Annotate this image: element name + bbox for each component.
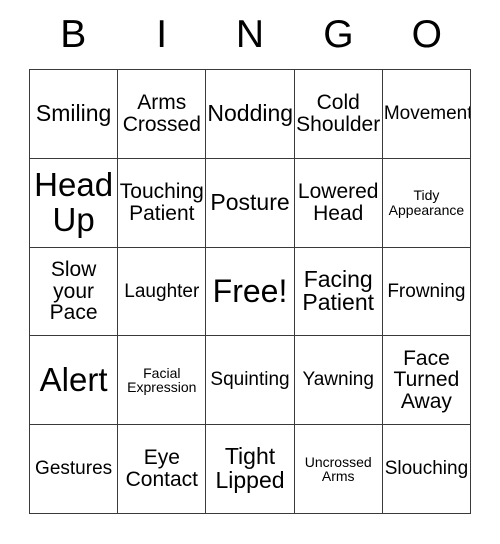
bingo-cell[interactable]: Squinting [206,336,295,426]
bingo-cell[interactable]: Smiling [30,70,119,159]
bingo-header: B I N G O [29,0,471,69]
bingo-cell-label: Yawning [302,369,374,391]
bingo-cell-label: Tight Lipped [215,443,285,494]
bingo-cell-label: Touching Patient [119,179,204,225]
bingo-grid: Smiling Arms Crossed Nodding Cold Should… [29,69,472,514]
bingo-cell[interactable]: Slouching [382,425,472,514]
bingo-cell[interactable]: Movements [382,70,472,159]
bingo-cell-free[interactable]: Free! [206,247,295,337]
bingo-row: Alert Facial Expression Squinting Yawnin… [30,336,472,426]
header-letter-b: B [60,13,87,56]
bingo-cell[interactable]: Posture [206,158,295,248]
bingo-cell[interactable]: Gestures [30,425,119,514]
bingo-cell-label: Gestures [35,458,113,480]
bingo-row: Smiling Arms Crossed Nodding Cold Should… [30,70,472,159]
bingo-cell-label: Laughter [124,280,200,302]
bingo-cell[interactable]: Eye Contact [118,425,207,514]
bingo-cell[interactable]: Tight Lipped [206,425,295,514]
bingo-cell-label: Slow your Pace [49,257,98,325]
bingo-cell[interactable]: Facing Patient [294,247,383,337]
bingo-cell-label: Arms Crossed [122,91,201,136]
bingo-cell-label: Head Up [34,166,114,238]
bingo-cell[interactable]: Yawning [294,336,383,426]
bingo-cell[interactable]: Facial Expression [118,336,207,426]
bingo-card: B I N G O Smiling Arms Crossed Nodding C… [29,0,472,514]
bingo-row: Slow your Pace Laughter Free! Facing Pat… [30,247,472,337]
bingo-cell[interactable]: Alert [30,336,119,426]
bingo-cell[interactable]: Face Turned Away [382,336,472,426]
bingo-cell[interactable]: Head Up [30,158,119,248]
bingo-cell-label: Slouching [384,458,469,480]
bingo-cell-label: Posture [210,188,290,215]
bingo-cell-label: Facial Expression [127,364,197,396]
bingo-row: Gestures Eye Contact Tight Lipped Uncros… [30,425,472,514]
bingo-cell-label: Lowered Head [297,179,379,225]
bingo-row: Head Up Touching Patient Posture Lowered… [30,158,472,248]
bingo-cell-label: Free! [212,272,288,309]
bingo-cell-label: Uncrossed Arms [304,453,372,485]
bingo-cell-label: Squinting [210,369,290,391]
bingo-cell[interactable]: Lowered Head [294,158,383,248]
bingo-cell[interactable]: Slow your Pace [30,247,119,337]
bingo-cell[interactable]: Laughter [118,247,207,337]
bingo-cell-label: Facing Patient [302,265,375,316]
bingo-cell[interactable]: Frowning [382,247,472,337]
bingo-cell-label: Nodding [207,99,294,126]
bingo-cell-label: Movements [383,103,470,125]
bingo-cell[interactable]: Tidy Appearance [382,158,472,248]
bingo-cell-label: Tidy Appearance [388,187,465,218]
header-letter-o: O [411,13,442,56]
bingo-cell-label: Alert [39,361,108,399]
bingo-cell-label: Cold Shoulder [296,91,381,136]
header-letter-g: G [323,13,354,56]
bingo-cell[interactable]: Touching Patient [118,158,207,248]
bingo-cell[interactable]: Cold Shoulder [294,70,383,159]
header-letter-n: N [235,13,265,56]
bingo-cell[interactable]: Uncrossed Arms [294,425,383,514]
bingo-cell-label: Smiling [35,99,112,126]
bingo-cell[interactable]: Nodding [206,70,295,159]
header-letter-i: I [156,13,168,56]
bingo-cell-label: Frowning [387,280,466,302]
bingo-cell-label: Eye Contact [125,446,198,492]
bingo-cell[interactable]: Arms Crossed [118,70,207,159]
bingo-cell-label: Face Turned Away [393,346,460,414]
